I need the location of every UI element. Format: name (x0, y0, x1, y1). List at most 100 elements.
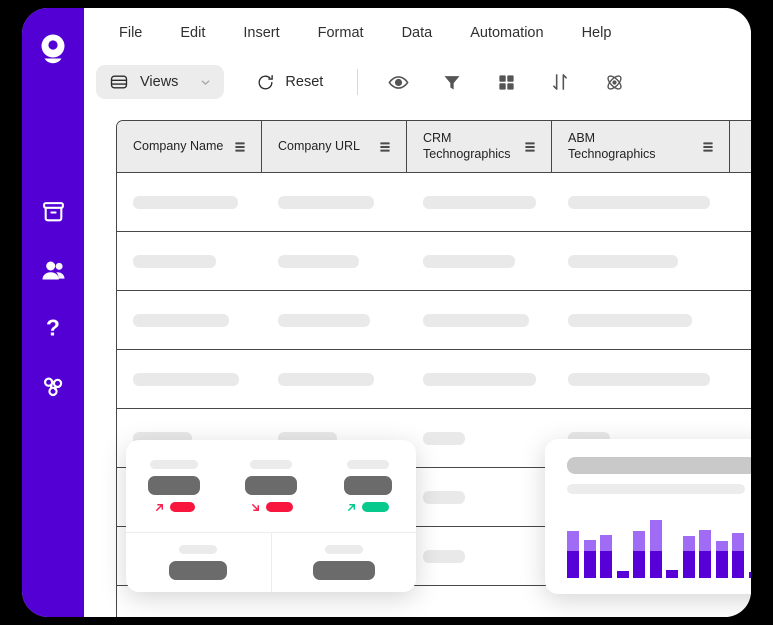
table-cell[interactable] (262, 232, 407, 290)
table-cell[interactable] (117, 350, 262, 408)
chevron-down-icon (199, 76, 212, 89)
table-cell[interactable] (407, 291, 552, 349)
table-cell[interactable] (262, 173, 407, 231)
column-header-abm-technographics[interactable]: ABM Technographics (552, 121, 730, 172)
arrow-up-right-icon (154, 502, 165, 513)
sort-button[interactable] (545, 67, 575, 97)
column-header-crm-technographics[interactable]: CRM Technographics (407, 121, 552, 172)
question-mark-icon: ? (40, 315, 66, 341)
column-menu-icon[interactable] (701, 140, 715, 154)
table-cell[interactable] (552, 291, 730, 349)
views-label: Views (140, 74, 178, 90)
stat-delta-pill (170, 502, 195, 512)
table-cell[interactable] (117, 291, 262, 349)
arrow-down-right-icon (250, 502, 261, 513)
stats-card-bottom-row (126, 532, 416, 592)
stat-delta (346, 502, 389, 513)
chart-bar (617, 571, 629, 578)
menu-item-insert[interactable]: Insert (224, 20, 298, 46)
table-cell[interactable] (407, 527, 552, 585)
stat-item (126, 440, 223, 532)
menu-item-file[interactable]: File (100, 20, 161, 46)
table-cell[interactable] (552, 232, 730, 290)
column-menu-icon[interactable] (523, 140, 537, 154)
table-row[interactable] (117, 350, 751, 409)
sidebar-item-integrations[interactable] (39, 372, 67, 400)
stats-card-top-row (126, 440, 416, 532)
table-row[interactable] (117, 173, 751, 232)
menu-item-data[interactable]: Data (383, 20, 452, 46)
table-cell[interactable] (552, 350, 730, 408)
sidebar-nav: ? (22, 198, 84, 400)
bar-chart (567, 508, 751, 578)
bar-segment-bottom (732, 551, 744, 578)
sidebar-item-help[interactable]: ? (39, 314, 67, 342)
bar-segment-top (633, 531, 645, 551)
table-row[interactable] (117, 232, 751, 291)
table-cell[interactable] (407, 350, 552, 408)
cell-placeholder (423, 432, 465, 445)
chart-bar (683, 536, 695, 578)
refresh-icon (256, 73, 275, 92)
column-menu-icon[interactable] (233, 140, 247, 154)
stat-label-placeholder (250, 460, 292, 469)
table-cell[interactable] (407, 173, 552, 231)
chart-bar (732, 533, 744, 578)
column-menu-icon[interactable] (378, 140, 392, 154)
chart-title-placeholder (567, 457, 751, 474)
filter-button[interactable] (437, 67, 467, 97)
table-cell[interactable] (262, 350, 407, 408)
stat-label-placeholder (325, 545, 363, 554)
menu-item-help[interactable]: Help (563, 20, 631, 46)
sidebar-item-archive[interactable] (39, 198, 67, 226)
cell-placeholder (278, 255, 359, 268)
stat-value-placeholder (169, 561, 227, 580)
table-cell[interactable] (262, 291, 407, 349)
enrich-button[interactable] (599, 67, 629, 97)
cell-placeholder (423, 373, 536, 386)
eye-icon (388, 72, 409, 93)
bar-segment-bottom (633, 551, 645, 578)
stat-label-placeholder (150, 460, 198, 469)
stat-delta (154, 502, 195, 513)
column-label: Company URL (278, 139, 360, 155)
bar-segment-bottom (749, 572, 752, 578)
table-cell[interactable] (407, 409, 552, 467)
app-logo[interactable] (31, 28, 75, 74)
cell-placeholder (133, 255, 216, 268)
chart-card (545, 439, 751, 594)
column-label: CRM Technographics (423, 131, 511, 162)
chart-bar (716, 541, 728, 578)
table-cell[interactable] (552, 173, 730, 231)
column-header-company-url[interactable]: Company URL (262, 121, 407, 172)
chart-bar (699, 530, 711, 578)
table-cell[interactable] (407, 468, 552, 526)
cell-placeholder (568, 314, 692, 327)
bar-segment-bottom (699, 551, 711, 578)
bar-segment-top (683, 536, 695, 551)
bar-segment-bottom (683, 551, 695, 578)
stat-value-placeholder (148, 476, 200, 495)
stat-label-placeholder (347, 460, 389, 469)
bar-segment-bottom (600, 551, 612, 578)
column-header-company-name[interactable]: Company Name (117, 121, 262, 172)
table-row[interactable] (117, 291, 751, 350)
sidebar-item-people[interactable] (39, 256, 67, 284)
views-button[interactable]: Views (96, 65, 224, 99)
hide-fields-button[interactable] (383, 67, 413, 97)
cell-placeholder (423, 491, 465, 504)
table-cell[interactable] (407, 232, 552, 290)
bar-segment-top (716, 541, 728, 552)
stat-delta-pill (362, 502, 389, 512)
reset-button[interactable]: Reset (244, 65, 335, 99)
menu-item-automation[interactable]: Automation (451, 20, 562, 46)
chart-bar (749, 572, 752, 578)
table-cell[interactable] (117, 173, 262, 231)
bar-segment-top (600, 535, 612, 551)
stat-item (319, 440, 416, 532)
menu-item-edit[interactable]: Edit (161, 20, 224, 46)
table-cell[interactable] (117, 232, 262, 290)
group-button[interactable] (491, 67, 521, 97)
menu-bar: File Edit Insert Format Data Automation … (84, 8, 751, 58)
menu-item-format[interactable]: Format (299, 20, 383, 46)
